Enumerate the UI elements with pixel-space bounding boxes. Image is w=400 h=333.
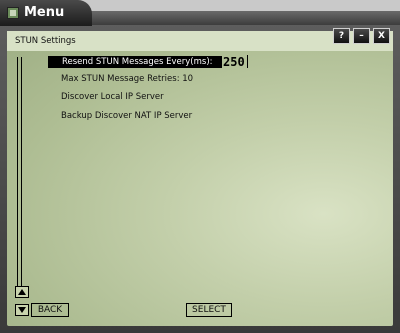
scroll-up-arrow-icon[interactable] [15, 286, 29, 298]
close-icon: X [378, 31, 385, 41]
help-icon: ? [338, 31, 345, 41]
back-button[interactable]: BACK [31, 303, 69, 317]
menu-window: Menu STUN Settings ? – X Resend STUN Mes… [0, 0, 400, 333]
help-button[interactable]: ? [333, 28, 350, 44]
list-scroll-rail[interactable] [17, 57, 22, 289]
app-menu-icon [7, 7, 19, 19]
title-bar-strip[interactable] [86, 11, 400, 25]
text-caret [247, 55, 248, 68]
close-button[interactable]: X [373, 28, 390, 44]
menu-item-discover-local-ip[interactable]: Discover Local IP Server [61, 91, 164, 103]
menu-item-backup-discover-nat[interactable]: Backup Discover NAT IP Server [61, 110, 192, 122]
minimize-icon: – [359, 31, 364, 41]
menu-item-resend-stun[interactable]: Resend STUN Messages Every(ms): [48, 56, 222, 68]
scroll-down-arrow-icon[interactable] [15, 304, 29, 316]
menu-item-max-retries[interactable]: Max STUN Message Retries: 10 [61, 73, 193, 85]
resend-interval-input[interactable]: 250 [223, 55, 245, 69]
select-button[interactable]: SELECT [186, 303, 232, 317]
minimize-button[interactable]: – [353, 28, 370, 44]
window-title: Menu [24, 5, 65, 20]
title-tab[interactable]: Menu [0, 0, 92, 26]
section-title: STUN Settings [15, 36, 76, 46]
